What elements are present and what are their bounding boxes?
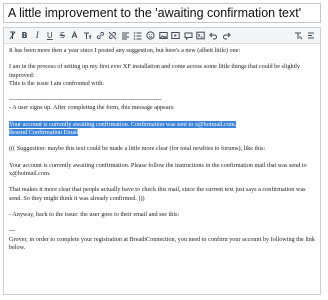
paragraph-proposed-text: Your account is currently awaiting confi…: [9, 161, 307, 177]
paragraph-intro: It has been more then a year since I pos…: [9, 47, 241, 54]
undo-icon[interactable]: [208, 30, 220, 42]
editor-content[interactable]: It has been more then a year since I pos…: [4, 44, 320, 252]
link-icon[interactable]: [94, 30, 106, 42]
smilie-icon[interactable]: [145, 30, 157, 42]
font-size-icon[interactable]: [82, 30, 94, 42]
italic-icon[interactable]: I: [31, 30, 43, 42]
unlink-icon[interactable]: [107, 30, 119, 42]
paragraph-email: - Anyway, back to the issue: the user go…: [9, 210, 180, 218]
remove-format-icon[interactable]: [6, 30, 18, 42]
quote-icon[interactable]: [182, 30, 194, 42]
list-icon[interactable]: [132, 30, 144, 42]
selected-text-resend: Resend Confirmation Email: [9, 128, 79, 136]
paragraph-email-body: Grover, in order to complete your regist…: [9, 235, 315, 251]
more-icon[interactable]: [305, 30, 317, 42]
separator-line: ----------------------------------------…: [9, 96, 162, 104]
paragraph-issue: This is the issue I am confronted with:: [9, 79, 105, 87]
paragraph-suggestion: ((( Suggestion: maybe this text could be…: [9, 145, 266, 153]
paragraph-setup: I am in the process of setting up my fir…: [9, 63, 301, 79]
code-icon[interactable]: [195, 30, 207, 42]
strikethrough-icon[interactable]: S: [56, 30, 68, 42]
underline-icon[interactable]: U: [44, 30, 56, 42]
thread-title-input[interactable]: A little improvement to the 'awaiting co…: [3, 3, 321, 23]
selected-text-confirmation: Your account is currently awaiting confi…: [9, 120, 237, 128]
image-icon[interactable]: [157, 30, 169, 42]
editor-toolbar: B I U S: [4, 28, 320, 44]
redo-icon[interactable]: [220, 30, 232, 42]
bold-icon[interactable]: B: [19, 30, 31, 42]
paragraph-signup: - A user signs up. After completing the …: [9, 104, 175, 112]
email-separator: ---: [9, 227, 16, 235]
media-icon[interactable]: [170, 30, 182, 42]
message-editor[interactable]: B I U S It has been more then a year sin…: [3, 27, 321, 295]
align-icon[interactable]: [119, 30, 131, 42]
text-color-icon[interactable]: [69, 30, 81, 42]
switch-editor-icon[interactable]: [293, 30, 305, 42]
paragraph-clarity: That makes it more clear that people act…: [9, 186, 306, 202]
